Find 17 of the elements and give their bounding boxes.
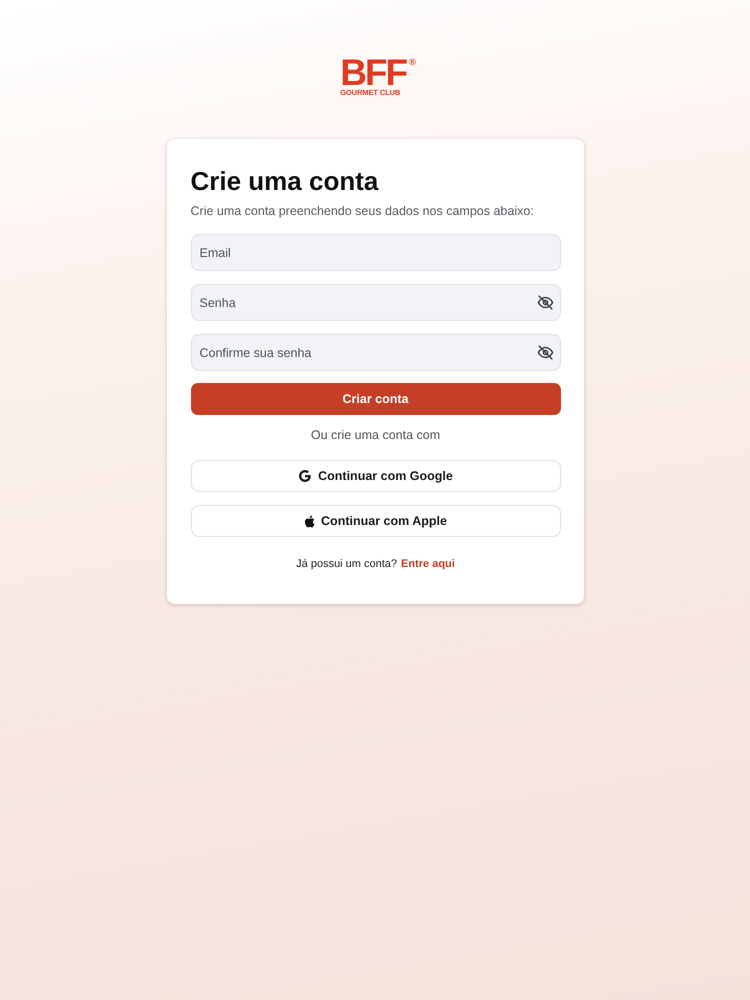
eye-off-icon[interactable] — [536, 294, 554, 311]
apple-signin-button[interactable]: Continuar com Apple — [190, 505, 560, 537]
google-signin-button[interactable]: Continuar com Google — [190, 460, 560, 492]
password-field[interactable]: Confirme sua senha — [190, 334, 560, 371]
existing-account-text: Já possui um conta? — [296, 557, 398, 571]
email-field[interactable]: Email — [190, 234, 560, 271]
sign-in-link[interactable]: Entre aqui — [401, 557, 455, 571]
password-field[interactable]: Senha — [190, 284, 560, 321]
card-title: Crie uma conta — [190, 165, 378, 197]
apple-icon — [304, 514, 316, 528]
alternative-signup-text: Ou crie uma conta com — [310, 427, 440, 443]
card-subtitle: Crie uma conta preenchendo seus dados nos campos abaixo: — [190, 203, 534, 219]
g-letter-icon — [298, 469, 312, 483]
eye-off-icon[interactable] — [536, 344, 554, 361]
create-account-button[interactable]: Criar conta — [190, 383, 560, 415]
logo-text: BFF — [340, 58, 406, 88]
registered-mark: ® — [409, 58, 416, 67]
